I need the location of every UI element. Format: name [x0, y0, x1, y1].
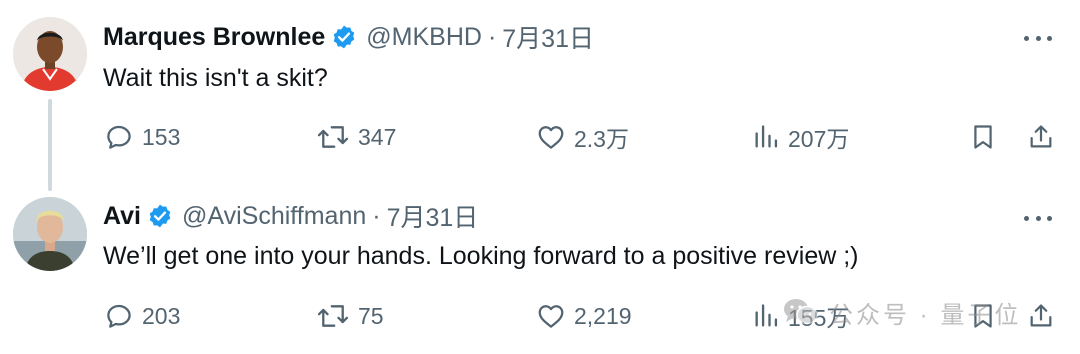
- retweet-button[interactable]: 75: [316, 301, 384, 331]
- separator-dot: ·: [487, 22, 497, 51]
- watermark: 公众号 · 量子位: [781, 296, 1022, 329]
- views-icon: [755, 304, 778, 327]
- reply-icon: [107, 125, 131, 149]
- like-icon: [538, 126, 564, 149]
- views-count: 207万: [788, 126, 850, 152]
- tweet-date[interactable]: 7月31日: [387, 198, 479, 234]
- reply-count: 153: [142, 123, 181, 150]
- author-name[interactable]: Marques Brownlee: [103, 23, 325, 52]
- share-button[interactable]: [1027, 301, 1055, 331]
- share-button[interactable]: [1027, 122, 1055, 152]
- tweet-header: Marques Brownlee @MKBHD · 7月31日: [103, 19, 594, 55]
- retweet-count: 75: [358, 302, 384, 329]
- separator-dot: ·: [372, 201, 381, 230]
- retweet-count: 347: [358, 123, 397, 150]
- wechat-icon: [784, 299, 818, 325]
- author-name[interactable]: Avi: [103, 202, 141, 231]
- verified-badge-icon: [147, 203, 173, 229]
- like-button[interactable]: 2.3万: [536, 122, 629, 152]
- reply-button[interactable]: 153: [104, 122, 180, 152]
- like-icon: [538, 305, 564, 328]
- views-icon: [755, 125, 778, 148]
- retweet-icon: [317, 305, 349, 327]
- reply-icon: [107, 304, 131, 328]
- retweet-button[interactable]: 347: [316, 122, 396, 152]
- avatar[interactable]: [13, 17, 87, 91]
- share-icon: [1030, 125, 1052, 148]
- views-button[interactable]: 207万: [752, 122, 849, 152]
- bookmark-button[interactable]: [969, 122, 997, 152]
- bookmark-icon: [974, 125, 992, 149]
- reply-count: 203: [142, 302, 181, 329]
- tweet-actions: 153 347 2.3万 207万: [0, 122, 1080, 152]
- tweet-text: Wait this isn't a skit?: [103, 64, 328, 92]
- avatar[interactable]: [13, 197, 87, 271]
- reply-button[interactable]: 203: [104, 301, 180, 331]
- tweet-header: Avi @AviSchiffmann · 7月31日: [103, 198, 479, 234]
- like-button[interactable]: 2,219: [536, 301, 632, 331]
- tweet-date[interactable]: 7月31日: [502, 19, 594, 55]
- more-icon[interactable]: [1024, 213, 1052, 223]
- retweet-icon: [317, 126, 349, 148]
- share-icon: [1030, 304, 1052, 327]
- tweet-text: We’ll get one into your hands. Looking f…: [103, 242, 859, 270]
- like-count: 2,219: [574, 302, 632, 329]
- watermark-text: 公众号 · 量子位: [829, 301, 1022, 329]
- author-handle[interactable]: @MKBHD: [366, 23, 482, 52]
- verified-badge-icon: [331, 24, 357, 50]
- like-count: 2.3万: [574, 126, 629, 152]
- more-icon[interactable]: [1024, 33, 1052, 43]
- tweet-mkbhd: Marques Brownlee @MKBHD · 7月31日 Wait thi…: [0, 0, 1080, 178]
- author-handle[interactable]: @AviSchiffmann: [182, 202, 366, 231]
